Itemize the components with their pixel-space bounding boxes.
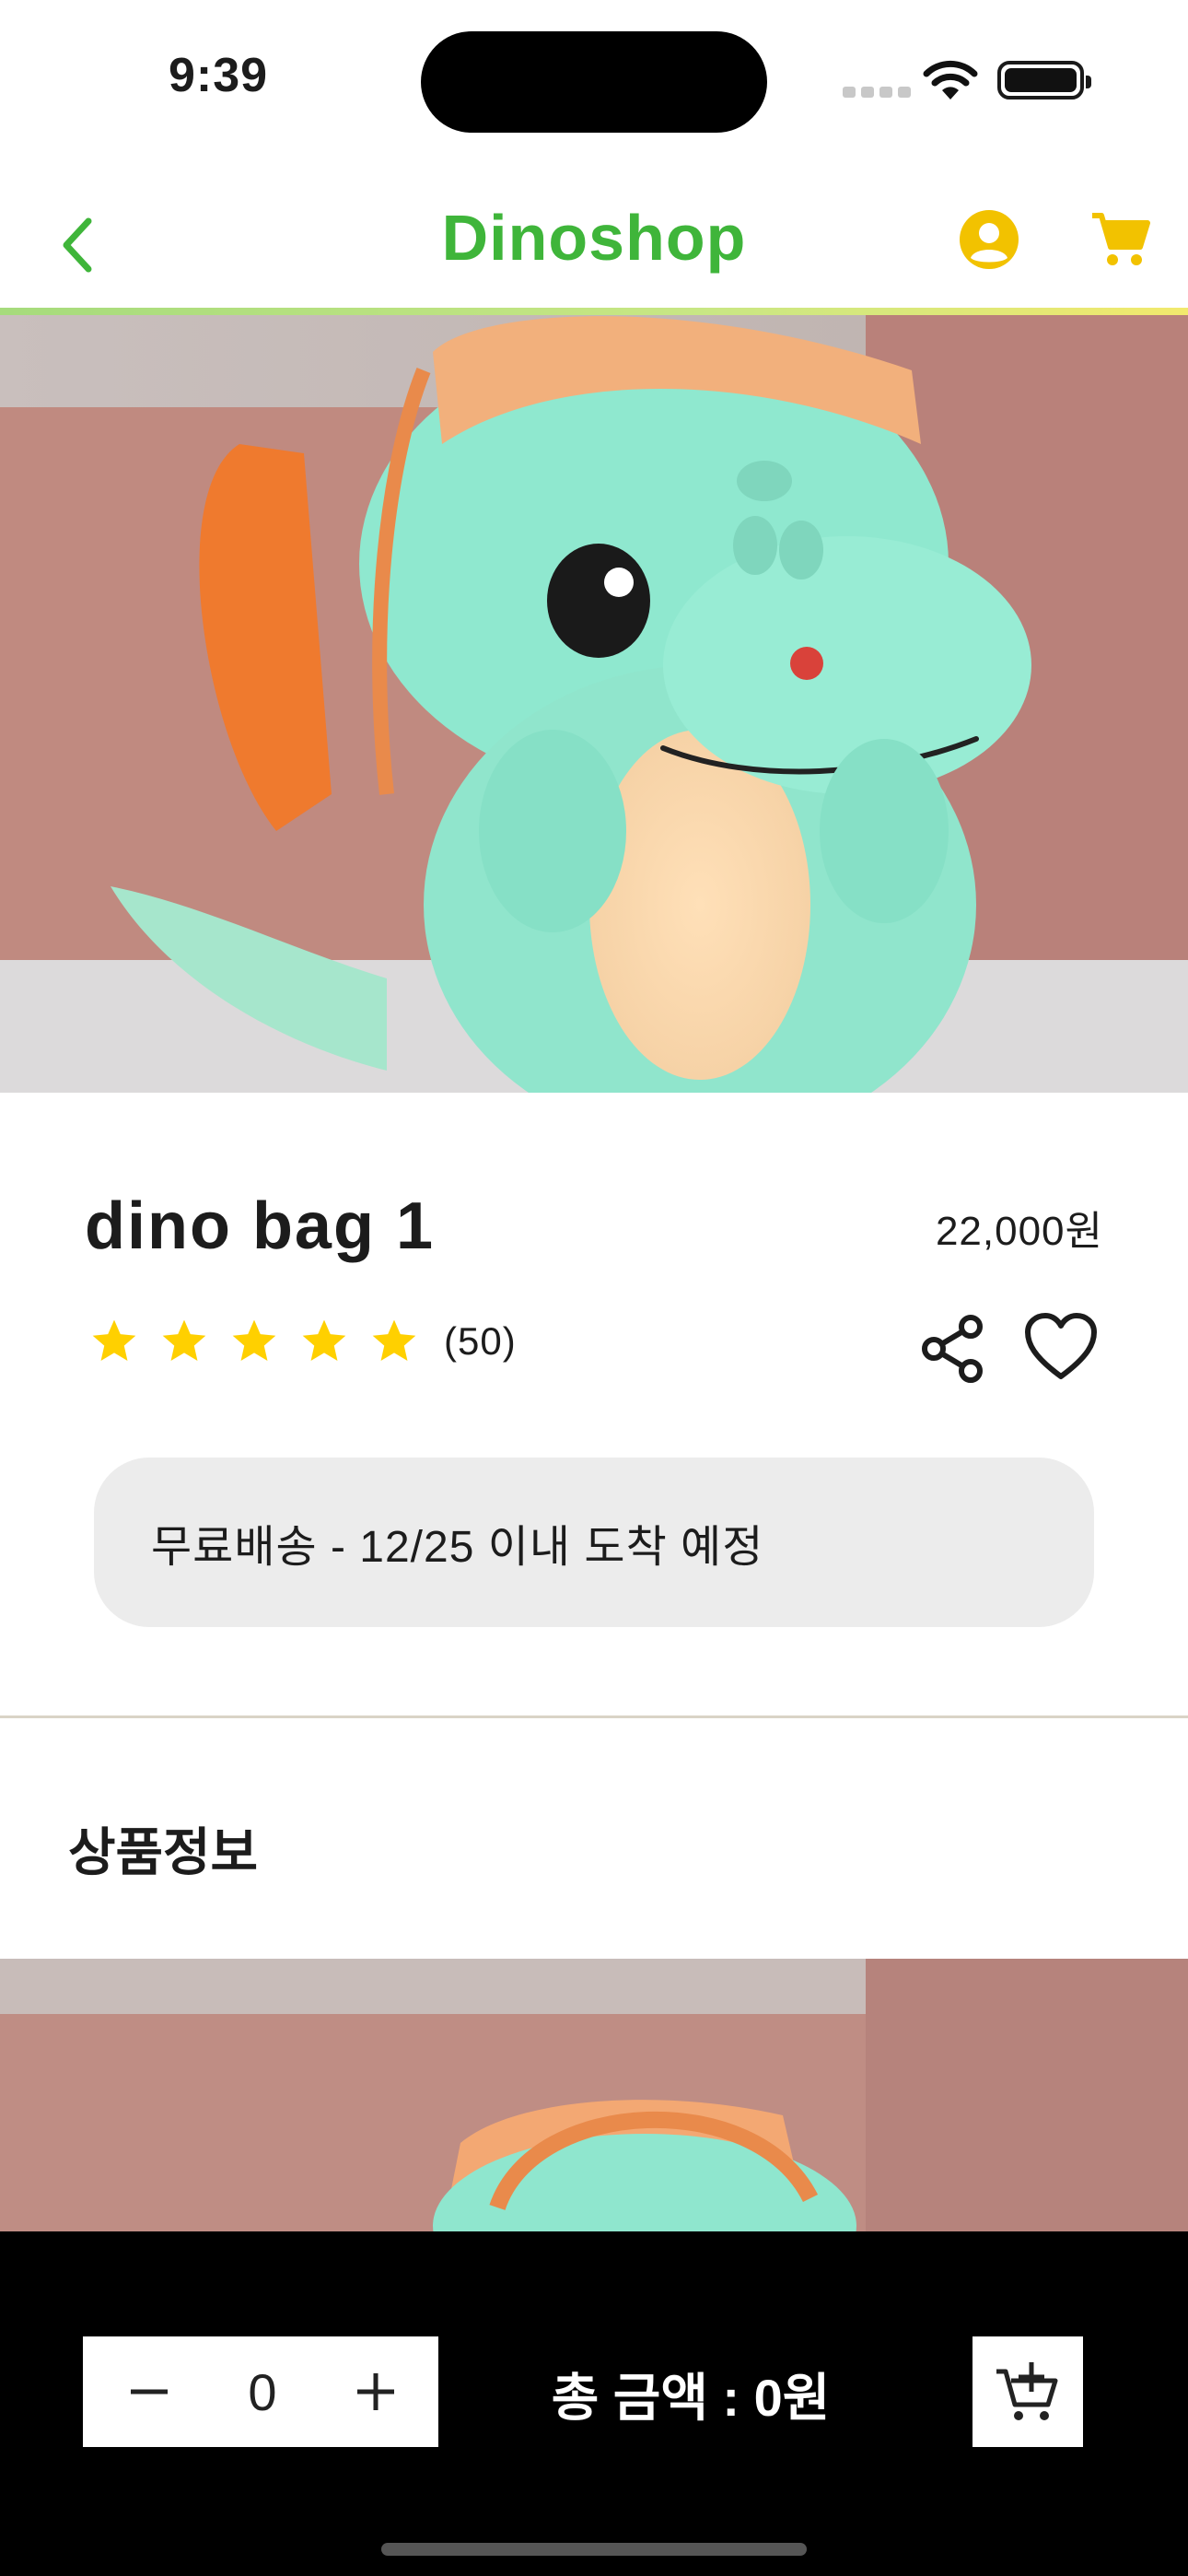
star-icon bbox=[232, 1319, 276, 1361]
divider bbox=[0, 1715, 1188, 1718]
star-icon bbox=[162, 1319, 206, 1361]
app-header: Dinoshop bbox=[0, 157, 1188, 313]
product-name: dino bag 1 bbox=[85, 1189, 435, 1263]
wifi-icon bbox=[923, 60, 978, 100]
product-image bbox=[0, 315, 1188, 1093]
dynamic-island bbox=[421, 31, 767, 133]
share-button[interactable] bbox=[917, 1314, 987, 1384]
star-icon bbox=[302, 1319, 346, 1361]
review-count: (50) bbox=[444, 1319, 517, 1363]
section-title: 상품정보 bbox=[68, 1823, 259, 1881]
quantity-stepper: 0 bbox=[83, 2336, 438, 2447]
header-accent-line bbox=[0, 308, 1188, 315]
account-button[interactable] bbox=[958, 208, 1020, 271]
detail-image bbox=[0, 1959, 1188, 2235]
product-price: 22,000원 bbox=[935, 1209, 1103, 1254]
share-icon bbox=[922, 1315, 983, 1383]
bottom-bar: 0 총 금액 : 0원 bbox=[0, 2231, 1188, 2576]
cart-icon bbox=[1092, 213, 1150, 265]
star-icon bbox=[372, 1319, 416, 1361]
shipping-info: 무료배송 - 12/25 이내 도착 예정 bbox=[94, 1458, 1094, 1627]
decrement-button[interactable] bbox=[123, 2366, 175, 2418]
favorite-button[interactable] bbox=[1024, 1312, 1098, 1382]
add-to-cart-icon bbox=[996, 2362, 1058, 2420]
total-price: 총 금액 : 0원 bbox=[551, 2369, 831, 2427]
status-time: 9:39 bbox=[169, 49, 269, 102]
home-indicator bbox=[381, 2543, 807, 2556]
plus-icon bbox=[357, 2373, 394, 2410]
battery-icon bbox=[997, 61, 1091, 100]
rating: (50) bbox=[88, 1316, 517, 1367]
add-to-cart-button[interactable] bbox=[973, 2336, 1083, 2447]
cart-button[interactable] bbox=[1089, 208, 1151, 271]
star-icon bbox=[92, 1319, 136, 1361]
account-icon bbox=[960, 210, 1019, 269]
minus-icon bbox=[131, 2389, 168, 2395]
status-bar: 9:39 bbox=[0, 0, 1188, 157]
quantity-value: 0 bbox=[248, 2362, 277, 2421]
heart-icon bbox=[1025, 1313, 1097, 1379]
increment-button[interactable] bbox=[350, 2366, 402, 2418]
cellular-signal-icon bbox=[843, 87, 911, 98]
